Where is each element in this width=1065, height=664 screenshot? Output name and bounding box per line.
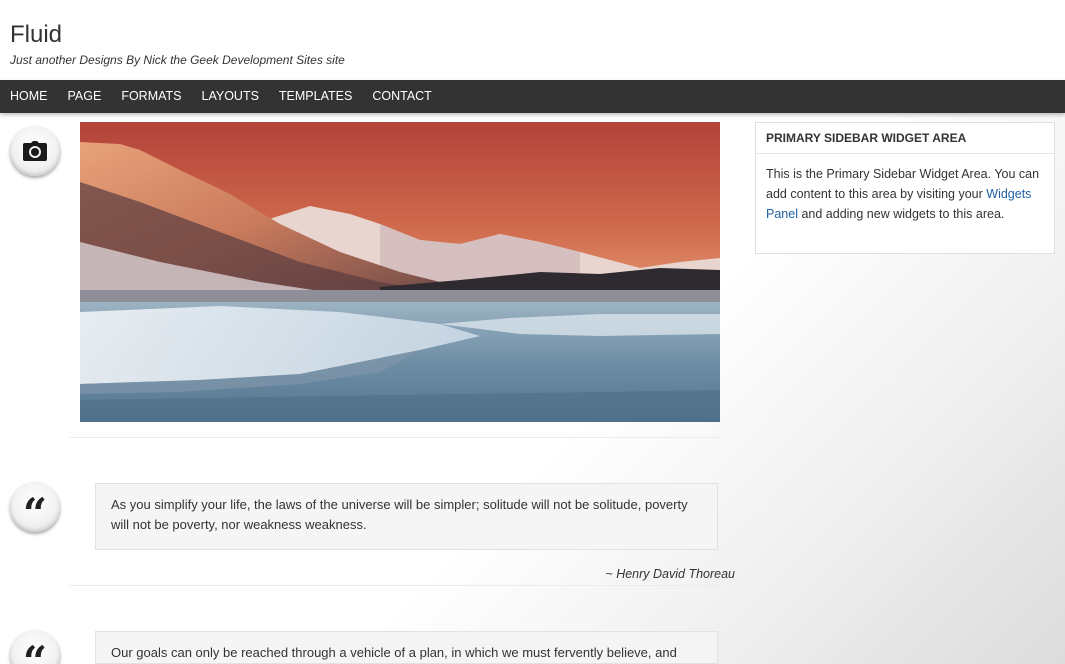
widget-body: This is the Primary Sidebar Widget Area.… <box>756 154 1054 234</box>
quote-text: As you simplify your life, the laws of t… <box>111 497 688 532</box>
post-divider <box>70 585 720 586</box>
site-title[interactable]: Fluid <box>10 20 62 50</box>
quote-citation: ~ Henry David Thoreau <box>605 567 735 581</box>
nav-item-contact[interactable]: CONTACT <box>362 80 442 113</box>
post-divider <box>70 437 720 438</box>
nav-item-home[interactable]: HOME <box>0 80 58 113</box>
quote-text: Our goals can only be reached through a … <box>111 645 677 660</box>
quote-mark: “ <box>22 489 48 538</box>
nav-item-layouts[interactable]: LAYOUTS <box>192 80 269 113</box>
widget-title: PRIMARY SIDEBAR WIDGET AREA <box>756 123 1054 154</box>
quote-text-box: As you simplify your life, the laws of t… <box>95 483 718 550</box>
site-description: Just another Designs By Nick the Geek De… <box>10 53 345 67</box>
nav-item-page[interactable]: PAGE <box>58 80 112 113</box>
site-header: Fluid Just another Designs By Nick the G… <box>0 0 1065 80</box>
quote-icon: “ <box>10 482 60 538</box>
quote-text-box: Our goals can only be reached through a … <box>95 631 718 664</box>
widget-text: and adding new widgets to this area. <box>797 207 1005 221</box>
quote-mark: “ <box>22 637 48 664</box>
featured-image[interactable] <box>80 122 720 422</box>
camera-icon <box>10 126 60 176</box>
nav-item-templates[interactable]: TEMPLATES <box>269 80 362 113</box>
main-nav: HOME PAGE FORMATS LAYOUTS TEMPLATES CONT… <box>0 80 1065 113</box>
nav-item-formats[interactable]: FORMATS <box>111 80 191 113</box>
sidebar-widget: PRIMARY SIDEBAR WIDGET AREA This is the … <box>755 122 1055 254</box>
